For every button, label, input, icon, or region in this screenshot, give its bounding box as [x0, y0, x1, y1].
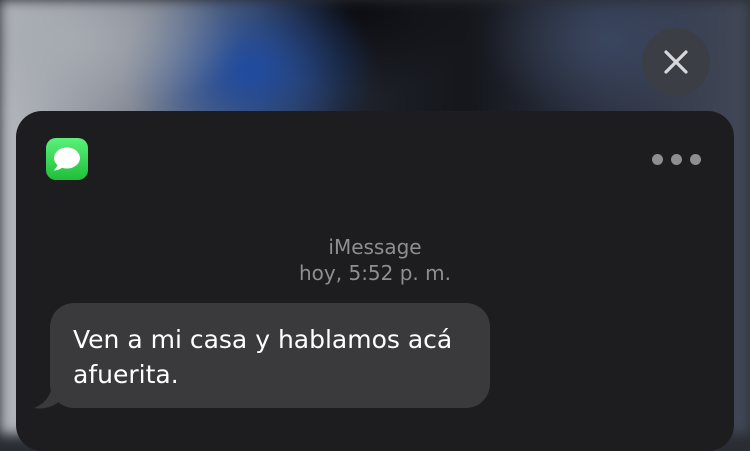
service-label: iMessage	[328, 235, 422, 259]
ellipsis-icon	[651, 153, 663, 165]
message-text: Ven a mi casa y hablamos acá afuerita.	[73, 325, 453, 389]
message-bubble[interactable]: Ven a mi casa y hablamos acá afuerita.	[50, 303, 490, 408]
more-options-button[interactable]	[648, 147, 704, 171]
messages-app-icon[interactable]	[46, 138, 88, 180]
close-button[interactable]	[642, 28, 710, 96]
close-icon	[664, 50, 688, 74]
message-meta: iMessage hoy, 5:52 p. m.	[240, 234, 510, 286]
chat-bubble-icon	[53, 147, 80, 171]
message-timestamp: hoy, 5:52 p. m.	[299, 261, 451, 285]
